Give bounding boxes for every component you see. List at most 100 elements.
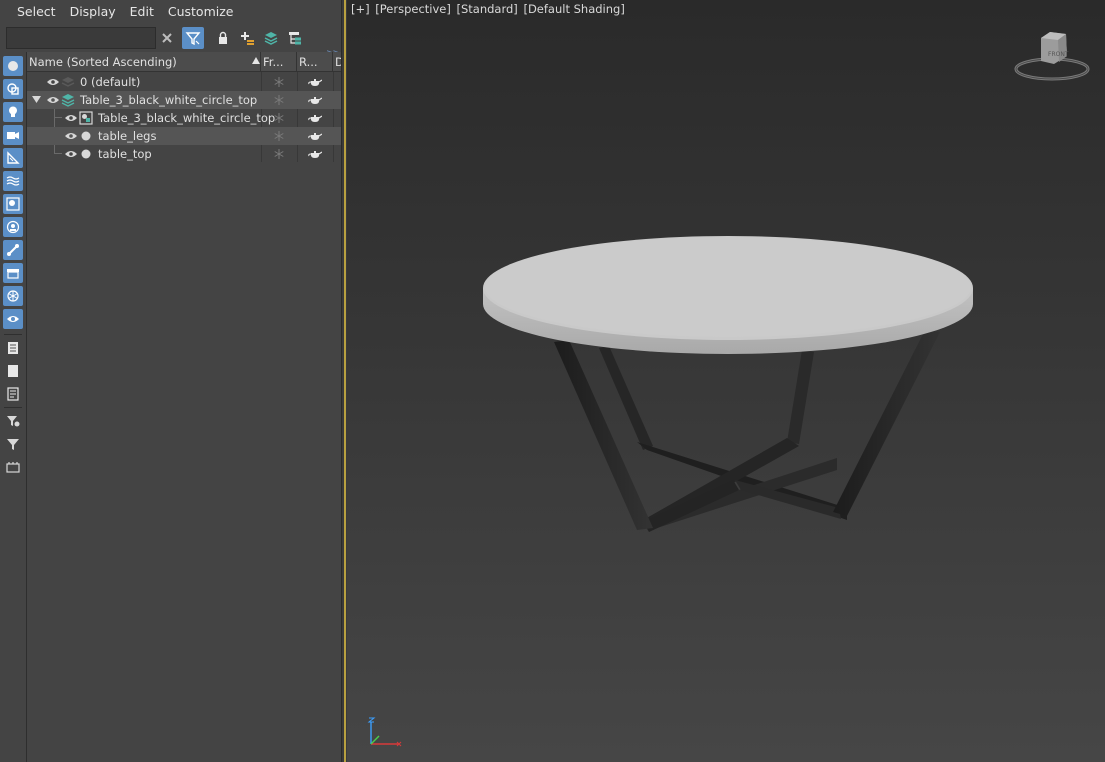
tree-row-namecell: Table_3_black_white_circle_top — [27, 91, 261, 109]
column-extra-header[interactable]: D — [333, 52, 341, 72]
frozen-toggle[interactable] — [261, 109, 297, 127]
sort-ascending-icon — [252, 57, 260, 64]
expand-arrow-icon[interactable] — [32, 96, 41, 104]
toolbar-divider — [4, 407, 22, 408]
tree-row[interactable]: 0 (default) — [27, 73, 341, 91]
light-bulb-icon — [9, 106, 17, 117]
selection-set-button[interactable] — [3, 457, 23, 477]
snowflake-icon — [274, 131, 284, 141]
display-lights-button[interactable] — [3, 102, 23, 122]
list-all-icon — [8, 342, 18, 354]
display-helpers-button[interactable] — [3, 148, 23, 168]
layers-button[interactable] — [260, 27, 282, 49]
tree-row[interactable]: Table_3_black_white_circle_top — [27, 109, 341, 127]
filter-button[interactable] — [3, 434, 23, 454]
display-all-button[interactable] — [3, 338, 23, 358]
toolbar-divider — [4, 334, 22, 335]
layer-active-icon — [61, 94, 75, 107]
tree-row-label: Table_3_black_white_circle_top — [98, 111, 276, 125]
teapot-icon — [308, 79, 322, 86]
display-shapes-button[interactable] — [3, 79, 23, 99]
active-viewport-border — [344, 0, 346, 762]
search-input[interactable] — [6, 27, 156, 49]
helper-icon — [7, 151, 20, 164]
scene-explorer: Select Display Edit Customize Name (Sort… — [0, 0, 341, 762]
display-none-button[interactable] — [3, 361, 23, 381]
eye-icon[interactable] — [64, 149, 78, 159]
render-toggle[interactable] — [297, 145, 333, 163]
tree-row-namecell: table_top — [27, 145, 261, 163]
tree-row-label: 0 (default) — [80, 75, 141, 89]
app-window: Select Display Edit Customize Name (Sort… — [0, 0, 1105, 762]
filter-settings-button[interactable] — [3, 411, 23, 431]
tree-row-namecell: Table_3_black_white_circle_top — [27, 109, 275, 127]
viewcube-face-label: FRONT — [1048, 51, 1069, 58]
filter-gear-icon — [7, 416, 20, 427]
tree-row[interactable]: table_top — [27, 145, 341, 163]
spacewarp-icon — [6, 176, 20, 186]
tree-row-namecell: 0 (default) — [27, 73, 261, 91]
eye-icon[interactable] — [64, 131, 78, 141]
table-top[interactable] — [483, 236, 973, 354]
display-hidden-button[interactable] — [3, 309, 23, 329]
tree-row[interactable]: table_legs — [27, 127, 341, 145]
filter-toggle-button[interactable] — [182, 27, 204, 49]
display-bones-button[interactable] — [3, 240, 23, 260]
tree-header: Name (Sorted Ascending) Fr... R... D — [27, 52, 341, 72]
add-layer-button[interactable] — [236, 27, 258, 49]
display-containers-button[interactable] — [3, 263, 23, 283]
layer-inactive-icon — [61, 77, 75, 87]
display-groups-button[interactable] — [3, 194, 23, 214]
tree-row-label: table_legs — [98, 129, 157, 143]
menu-display[interactable]: Display — [63, 0, 123, 24]
table-legs[interactable] — [554, 330, 940, 532]
menu-customize[interactable]: Customize — [161, 0, 241, 24]
column-render-label: R... — [299, 55, 318, 69]
shapes-icon — [7, 83, 19, 95]
hierarchy-icon — [289, 32, 301, 45]
snowflake-icon — [274, 77, 284, 87]
snowflake-icon — [274, 149, 284, 159]
funnel-icon — [7, 439, 19, 450]
column-frozen-header[interactable]: Fr... — [261, 52, 297, 72]
column-render-header[interactable]: R... — [297, 52, 333, 72]
viewport-scene — [483, 236, 973, 532]
snowflake-icon — [7, 290, 19, 302]
render-toggle[interactable] — [297, 73, 333, 91]
column-name-header[interactable]: Name (Sorted Ascending) — [27, 52, 261, 72]
frozen-toggle[interactable] — [261, 145, 297, 163]
hierarchy-button[interactable] — [284, 27, 306, 49]
display-cameras-button[interactable] — [3, 125, 23, 145]
render-toggle[interactable] — [297, 127, 333, 145]
display-invert-button[interactable] — [3, 384, 23, 404]
invert-list-icon — [7, 387, 19, 401]
display-xrefs-button[interactable] — [3, 217, 23, 237]
frozen-toggle[interactable] — [261, 73, 297, 91]
container-icon — [7, 269, 19, 279]
menu-select[interactable]: Select — [10, 0, 63, 24]
layers-icon — [264, 32, 278, 45]
clear-search-button[interactable] — [156, 27, 178, 49]
tree-row-label: table_top — [98, 147, 152, 161]
frozen-toggle[interactable] — [261, 91, 297, 109]
scene-tree: Name (Sorted Ascending) Fr... R... D 0 (… — [27, 52, 341, 762]
group-icon — [6, 197, 20, 211]
perspective-viewport[interactable]: [+] [Perspective] [Standard] [Default Sh… — [347, 0, 1105, 762]
eye-icon[interactable] — [46, 95, 60, 105]
lock-button[interactable] — [212, 27, 234, 49]
viewcube[interactable]: FRONT — [1012, 28, 1092, 88]
teapot-icon — [308, 151, 322, 158]
display-frozen-button[interactable] — [3, 286, 23, 306]
bone-icon — [7, 244, 19, 256]
eye-icon — [7, 316, 19, 322]
eye-icon[interactable] — [64, 113, 78, 123]
display-geometry-button[interactable] — [3, 56, 23, 76]
close-icon — [162, 33, 172, 43]
frozen-toggle[interactable] — [261, 127, 297, 145]
menu-edit[interactable]: Edit — [123, 0, 161, 24]
eye-icon[interactable] — [46, 77, 60, 87]
render-toggle[interactable] — [297, 91, 333, 109]
tree-row[interactable]: Table_3_black_white_circle_top — [27, 91, 341, 109]
display-spacewarps-button[interactable] — [3, 171, 23, 191]
render-toggle[interactable] — [297, 109, 333, 127]
